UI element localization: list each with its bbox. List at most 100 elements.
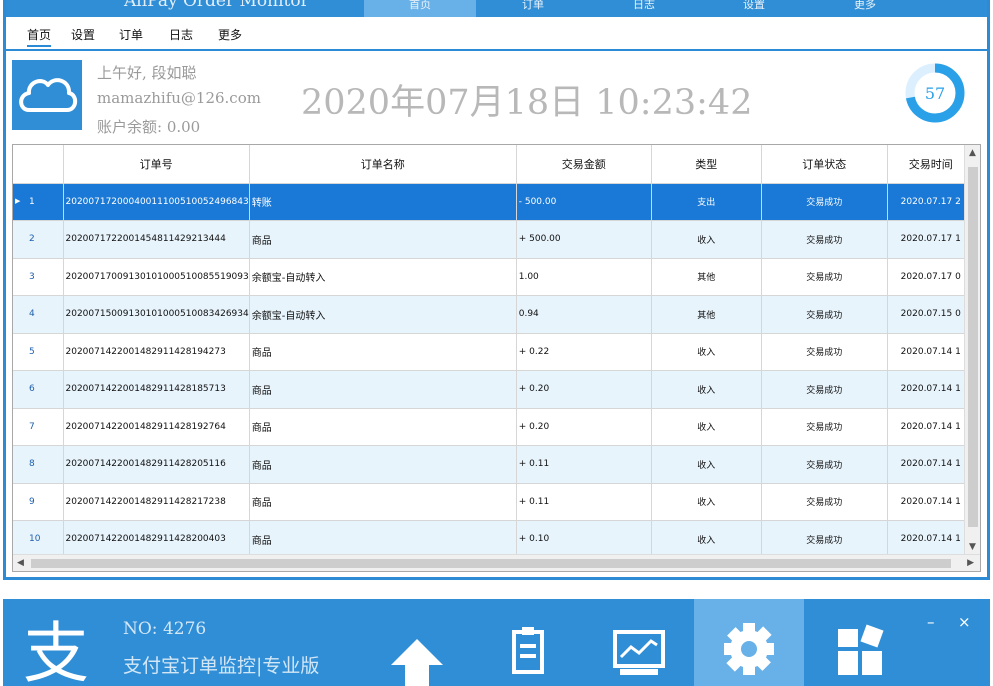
cell-order-name: 转账 [249, 183, 517, 221]
table-row[interactable]: 4 20200715009130101000510083426934 余额宝-自动转… [13, 295, 975, 334]
product-name: 支付宝订单监控|专业版 [123, 655, 320, 677]
cell-order-no: 2020071422001482911428185713 [63, 370, 250, 409]
header-order-no[interactable]: 订单号 [63, 145, 250, 184]
cell-order-name: 商品 [249, 408, 517, 446]
cell-order-name: 余额宝-自动转入 [249, 295, 517, 334]
cell-order-name: 余额宝-自动转入 [249, 258, 517, 296]
row-index: 2 [13, 220, 64, 259]
cell-time: 2020.07.14 1 [887, 333, 975, 371]
table-row[interactable]: 3 20200717009130101000510085519093 余额宝-自动转… [13, 258, 975, 296]
cell-order-name: 商品 [249, 483, 517, 521]
top-tab-home[interactable]: 首页 [364, 0, 476, 17]
header-time[interactable]: 交易时间 [887, 145, 975, 184]
table-row[interactable]: 6 2020071422001482911428185713 商品 + 0.20 收入交… [13, 370, 975, 409]
header-amount[interactable]: 交易金额 [516, 145, 652, 184]
row-index: 10 [13, 520, 64, 559]
clipboard-icon [512, 627, 544, 674]
cell-amount: + 0.22 [516, 333, 652, 371]
cell-time: 2020.07.14 1 [887, 370, 975, 409]
horizontal-scroll-thumb[interactable] [31, 559, 951, 568]
cell-order-no: 2020071422001482911428205116 [63, 445, 250, 484]
nav-log[interactable] [584, 599, 694, 686]
close-icon[interactable]: × [958, 613, 971, 631]
tab-more[interactable]: 更多 [218, 26, 242, 43]
table-row[interactable]: ▶ 1 20200717200040011100510052496843 转账 - 50… [13, 183, 975, 221]
cell-order-no: 20200717220014548114292134​44 [63, 220, 250, 259]
row-index: 6 [13, 370, 64, 409]
table-row[interactable]: 8 2020071422001482911428205116 商品 + 0.11 收入交… [13, 445, 975, 484]
table-row[interactable]: 2 20200717220014548114292134​44 商品 + 500.00… [13, 220, 975, 259]
cloud-logo [12, 60, 82, 130]
cell-time: 2020.07.15 0 [887, 295, 975, 334]
cell-order-no: 2020071422001482911428192764 [63, 408, 250, 446]
cell-status: 交易成功 [761, 408, 888, 446]
cell-amount: 0.94 [516, 295, 652, 334]
row-index: 3 [13, 258, 64, 296]
tab-log[interactable]: 日志 [169, 26, 193, 43]
cell-status: 交易成功 [761, 445, 888, 484]
table-row[interactable]: 5 2020071422001482911428194273 商品 + 0.22 收入交… [13, 333, 975, 371]
tab-home[interactable]: 首页 [27, 26, 52, 47]
chart-monitor-icon [613, 630, 665, 675]
cell-time: 2020.07.14 1 [887, 408, 975, 446]
cell-order-no: 20200715009130101000510083426934 [63, 295, 250, 334]
progress-gauge: 57 [904, 62, 966, 124]
cell-time: 2020.07.17 2 [887, 183, 975, 221]
cell-time: 2020.07.17 1 [887, 220, 975, 259]
gear-icon [724, 623, 774, 675]
nav-settings[interactable] [694, 599, 804, 686]
cell-order-name: 商品 [249, 520, 517, 559]
header-type[interactable]: 类型 [651, 145, 762, 184]
cell-amount: + 0.10 [516, 520, 652, 559]
header-status[interactable]: 订单状态 [761, 145, 888, 184]
cell-order-name: 商品 [249, 370, 517, 409]
email-text: mamazhifu@126.com [97, 89, 261, 107]
cell-status: 交易成功 [761, 483, 888, 521]
scroll-down-icon[interactable]: ▼ [969, 542, 976, 552]
header-panel: 上午好, 段如聪 mamazhifu@126.com 账户余额: 0.00 20… [6, 52, 987, 142]
cell-amount: 1.00 [516, 258, 652, 296]
top-tab-log[interactable]: 日志 [590, 0, 698, 17]
cell-amount: + 0.11 [516, 483, 652, 521]
secondary-window: 支 NO: 4276 支付宝订单监控|专业版 – × [3, 599, 990, 686]
table-row[interactable]: 10 2020071422001482911428200403 商品 + 0.10 收入… [13, 520, 975, 559]
cell-order-no: 2020071422001482911428200403 [63, 520, 250, 559]
top-tab-orders[interactable]: 订单 [478, 0, 588, 17]
nav-more[interactable] [805, 599, 915, 686]
row-index: 5 [13, 333, 64, 371]
cell-order-name: 商品 [249, 220, 517, 259]
row-index: ▶ 1 [13, 183, 64, 221]
scroll-right-icon[interactable]: ▶ [967, 558, 974, 568]
vertical-scroll-thumb[interactable] [968, 167, 978, 527]
cell-type: 收入 [651, 333, 762, 371]
cell-amount: + 500.00 [516, 220, 652, 259]
home-icon [391, 639, 443, 686]
nav-orders[interactable] [473, 599, 583, 686]
cell-time: 2020.07.14 1 [887, 483, 975, 521]
cell-type: 收入 [651, 370, 762, 409]
vertical-scrollbar[interactable]: ▲ ▼ [964, 145, 980, 555]
cell-time: 2020.07.17 0 [887, 258, 975, 296]
scroll-up-icon[interactable]: ▲ [969, 148, 976, 158]
top-tab-settings[interactable]: 设置 [700, 0, 808, 17]
cell-type: 收入 [651, 408, 762, 446]
row-index-label: 1 [29, 196, 35, 207]
cell-order-no: 2020071422001482911428217238 [63, 483, 250, 521]
table-row[interactable]: 9 2020071422001482911428217238 商品 + 0.11 收入交… [13, 483, 975, 521]
header-order-name[interactable]: 订单名称 [249, 145, 517, 184]
cell-amount: - 500.00 [516, 183, 652, 221]
cell-type: 收入 [651, 220, 762, 259]
minimize-icon[interactable]: – [927, 613, 935, 631]
cell-amount: + 0.20 [516, 370, 652, 409]
table-row[interactable]: 7 2020071422001482911428192764 商品 + 0.20 收入交… [13, 408, 975, 446]
cell-status: 交易成功 [761, 183, 888, 221]
cell-time: 2020.07.14 1 [887, 520, 975, 559]
cell-order-no: 2020071422001482911428194273 [63, 333, 250, 371]
horizontal-scrollbar[interactable]: ◀ ▶ [13, 554, 980, 571]
scroll-left-icon[interactable]: ◀ [17, 558, 24, 568]
top-tab-more[interactable]: 更多 [810, 0, 920, 17]
nav-home[interactable] [363, 599, 473, 686]
cell-status: 交易成功 [761, 333, 888, 371]
tab-settings[interactable]: 设置 [71, 26, 95, 43]
tab-orders[interactable]: 订单 [119, 26, 143, 43]
